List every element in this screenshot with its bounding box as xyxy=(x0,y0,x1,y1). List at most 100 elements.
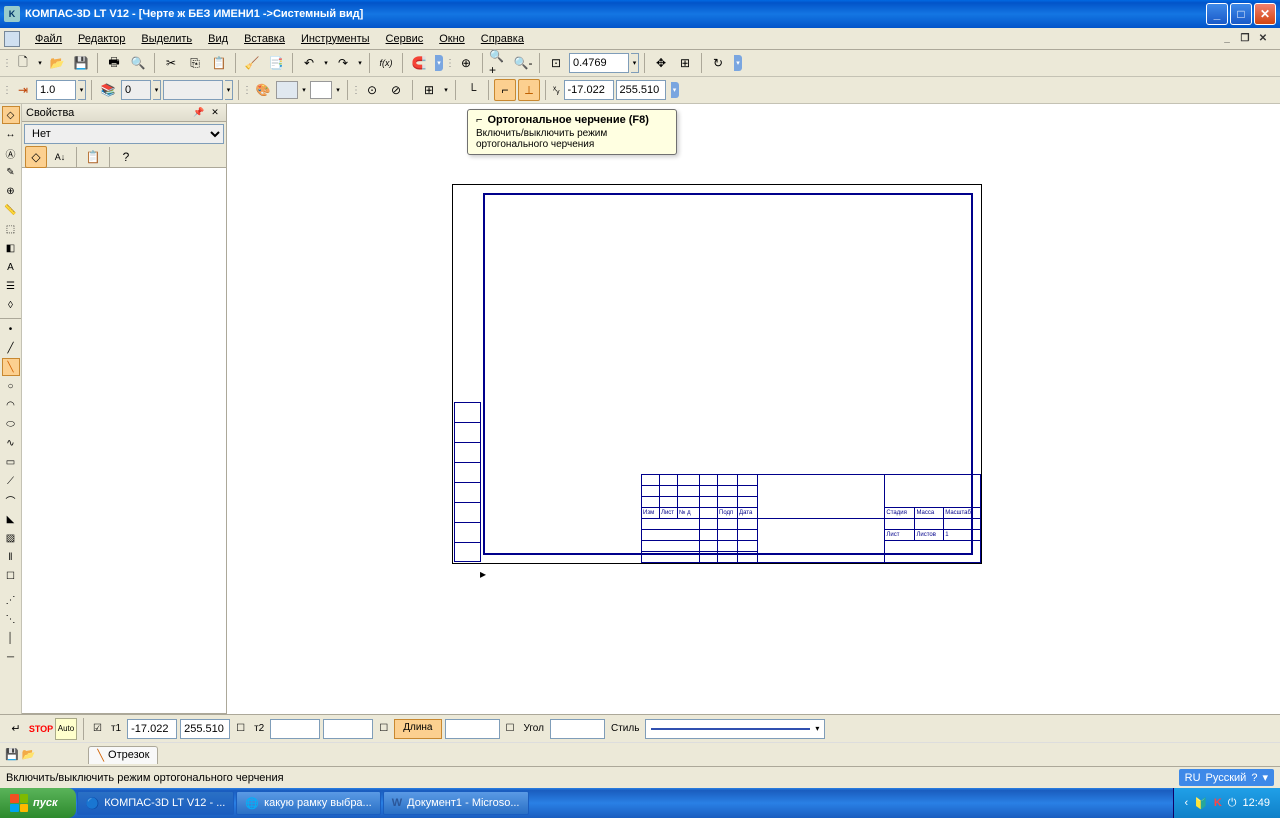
arc-tool[interactable]: ◠ xyxy=(2,396,20,414)
ortho-button[interactable]: ⌐ xyxy=(494,79,516,101)
snap-off-button[interactable]: ⊘ xyxy=(385,79,407,101)
props-help[interactable]: ? xyxy=(115,146,137,168)
paste-button[interactable]: 📋 xyxy=(208,52,230,74)
layer-dropdown[interactable]: ▾ xyxy=(153,80,161,100)
menu-tools[interactable]: Инструменты xyxy=(294,31,377,47)
current-color[interactable] xyxy=(276,81,298,99)
tray-shield-icon[interactable]: 🔰 xyxy=(1194,797,1208,810)
grid-button[interactable]: ⊞ xyxy=(418,79,440,101)
extra3-tool[interactable]: │ xyxy=(2,629,20,647)
extra2-tool[interactable]: ⋱ xyxy=(2,610,20,628)
auto-button[interactable]: Auto xyxy=(55,718,77,740)
toolbar-overflow[interactable]: ▾ xyxy=(435,55,443,71)
task-word[interactable]: WДокумент1 - Microso... xyxy=(383,791,529,815)
extra1-tool[interactable]: ⋰ xyxy=(2,591,20,609)
undo-dropdown[interactable]: ▾ xyxy=(322,59,330,67)
hatch-tool[interactable]: ▨ xyxy=(2,529,20,547)
zoom-input[interactable] xyxy=(569,53,629,73)
coord-x-input[interactable] xyxy=(564,80,614,100)
redo-dropdown[interactable]: ▾ xyxy=(356,59,364,67)
report-tool[interactable]: ☰ xyxy=(2,277,20,295)
menu-view[interactable]: Вид xyxy=(201,31,235,47)
assoc-view-tool[interactable]: ◧ xyxy=(2,239,20,257)
props-tab-1[interactable]: ◇ xyxy=(25,146,47,168)
menu-file[interactable]: Файл xyxy=(28,31,69,47)
redo-button[interactable]: ↷ xyxy=(332,52,354,74)
minimize-button[interactable]: _ xyxy=(1206,3,1228,25)
layer-input[interactable] xyxy=(121,80,151,100)
measure-tool[interactable]: 📏 xyxy=(2,201,20,219)
scale-dropdown[interactable]: ▾ xyxy=(78,80,86,100)
menu-service[interactable]: Сервис xyxy=(379,31,431,47)
tray-chevron-icon[interactable]: ‹ xyxy=(1184,797,1188,809)
t2-y-input[interactable] xyxy=(323,719,373,739)
open-button[interactable]: 📂 xyxy=(46,52,68,74)
spline-tool[interactable]: ∿ xyxy=(2,434,20,452)
notation-tool[interactable]: Ⓐ xyxy=(2,144,20,162)
props-categories[interactable]: 📋 xyxy=(82,146,104,168)
mdi-close[interactable]: ✕ xyxy=(1256,32,1270,46)
save-button[interactable]: 💾 xyxy=(70,52,92,74)
library-button[interactable]: 🧲 xyxy=(408,52,430,74)
zoom-prev-button[interactable]: ⊞ xyxy=(674,52,696,74)
toolbar-grip[interactable] xyxy=(4,52,10,74)
mdi-restore[interactable]: ❐ xyxy=(1238,32,1252,46)
zoom-window-button[interactable]: ⊕ xyxy=(455,52,477,74)
insert-tool[interactable]: ◊ xyxy=(2,296,20,314)
copy-props-button[interactable]: 🧹 xyxy=(241,52,263,74)
geometry-tool[interactable]: ◇ xyxy=(2,106,20,124)
rect-tool[interactable]: ▭ xyxy=(2,453,20,471)
panel-close-icon[interactable]: ✕ xyxy=(208,106,222,120)
stop-button[interactable]: STOP xyxy=(30,718,52,740)
properties-grid[interactable] xyxy=(22,168,226,714)
length-checkbox[interactable]: ☐ xyxy=(376,723,391,734)
view-name-input[interactable] xyxy=(163,80,223,100)
circle-tool[interactable]: ○ xyxy=(2,377,20,395)
current-state-button[interactable]: ⇥ xyxy=(12,79,34,101)
length-label[interactable]: Длина xyxy=(394,719,441,739)
save-state-button[interactable]: 💾 xyxy=(5,748,19,761)
lang-help-icon[interactable]: ? xyxy=(1251,772,1257,784)
zoom-in-button[interactable]: 🔍+ xyxy=(488,52,510,74)
fillet-tool[interactable]: ⌒ xyxy=(2,491,20,509)
t1-y-input[interactable] xyxy=(180,719,230,739)
angle-checkbox[interactable]: ☐ xyxy=(503,723,518,734)
menu-edit[interactable]: Редактор xyxy=(71,31,132,47)
variables-button[interactable]: f(x) xyxy=(375,52,397,74)
t1-checkbox[interactable]: ☑ xyxy=(90,723,105,734)
param-tool[interactable]: ⊕ xyxy=(2,182,20,200)
preview-button[interactable]: 🔍 xyxy=(127,52,149,74)
menu-window[interactable]: Окно xyxy=(432,31,472,47)
new-dropdown[interactable]: ▾ xyxy=(36,59,44,67)
cut-button[interactable]: ✂ xyxy=(160,52,182,74)
mdi-minimize[interactable]: _ xyxy=(1220,32,1234,46)
toolbar-grip-3[interactable] xyxy=(4,79,10,101)
snap-button[interactable]: ⊙ xyxy=(361,79,383,101)
create-object-button[interactable]: ↵ xyxy=(5,718,27,740)
system-tray[interactable]: ‹ 🔰 K ⏻ 12:49 xyxy=(1173,788,1280,818)
lcs-button[interactable]: └ xyxy=(461,79,483,101)
zoom-dropdown[interactable]: ▾ xyxy=(631,53,639,73)
contour-tool[interactable]: ☐ xyxy=(2,567,20,585)
t2-x-input[interactable] xyxy=(270,719,320,739)
properties-button[interactable]: 📑 xyxy=(265,52,287,74)
pan-button[interactable]: ✥ xyxy=(650,52,672,74)
t2-checkbox[interactable]: ☐ xyxy=(233,723,248,734)
language-indicator[interactable]: RU Русский ? ▾ xyxy=(1179,769,1274,786)
spec-tool[interactable]: A xyxy=(2,258,20,276)
zoom-fit-button[interactable]: ⊡ xyxy=(545,52,567,74)
toolbar-overflow-2[interactable]: ▾ xyxy=(734,55,742,71)
task-kompas[interactable]: 🔵КОМПАС-3D LT V12 - ... xyxy=(77,791,235,815)
aux-line-tool[interactable]: ╱ xyxy=(2,339,20,357)
task-browser[interactable]: 🌐какую рамку выбра... xyxy=(236,791,380,815)
point-tool[interactable]: • xyxy=(2,320,20,338)
view-dropdown[interactable]: ▾ xyxy=(225,80,233,100)
properties-filter-combo[interactable]: Нет xyxy=(24,124,224,144)
menu-select[interactable]: Выделить xyxy=(134,31,199,47)
drawing-canvas[interactable]: ⌐Ортогональное черчение (F8) Включить/вы… xyxy=(227,104,1280,714)
line-style-combo[interactable]: ▾ xyxy=(645,719,825,739)
tray-clock[interactable]: 12:49 xyxy=(1242,797,1270,809)
props-sort-az[interactable]: A↓ xyxy=(49,146,71,168)
zoom-out-button[interactable]: 🔍- xyxy=(512,52,534,74)
menu-help[interactable]: Справка xyxy=(474,31,531,47)
